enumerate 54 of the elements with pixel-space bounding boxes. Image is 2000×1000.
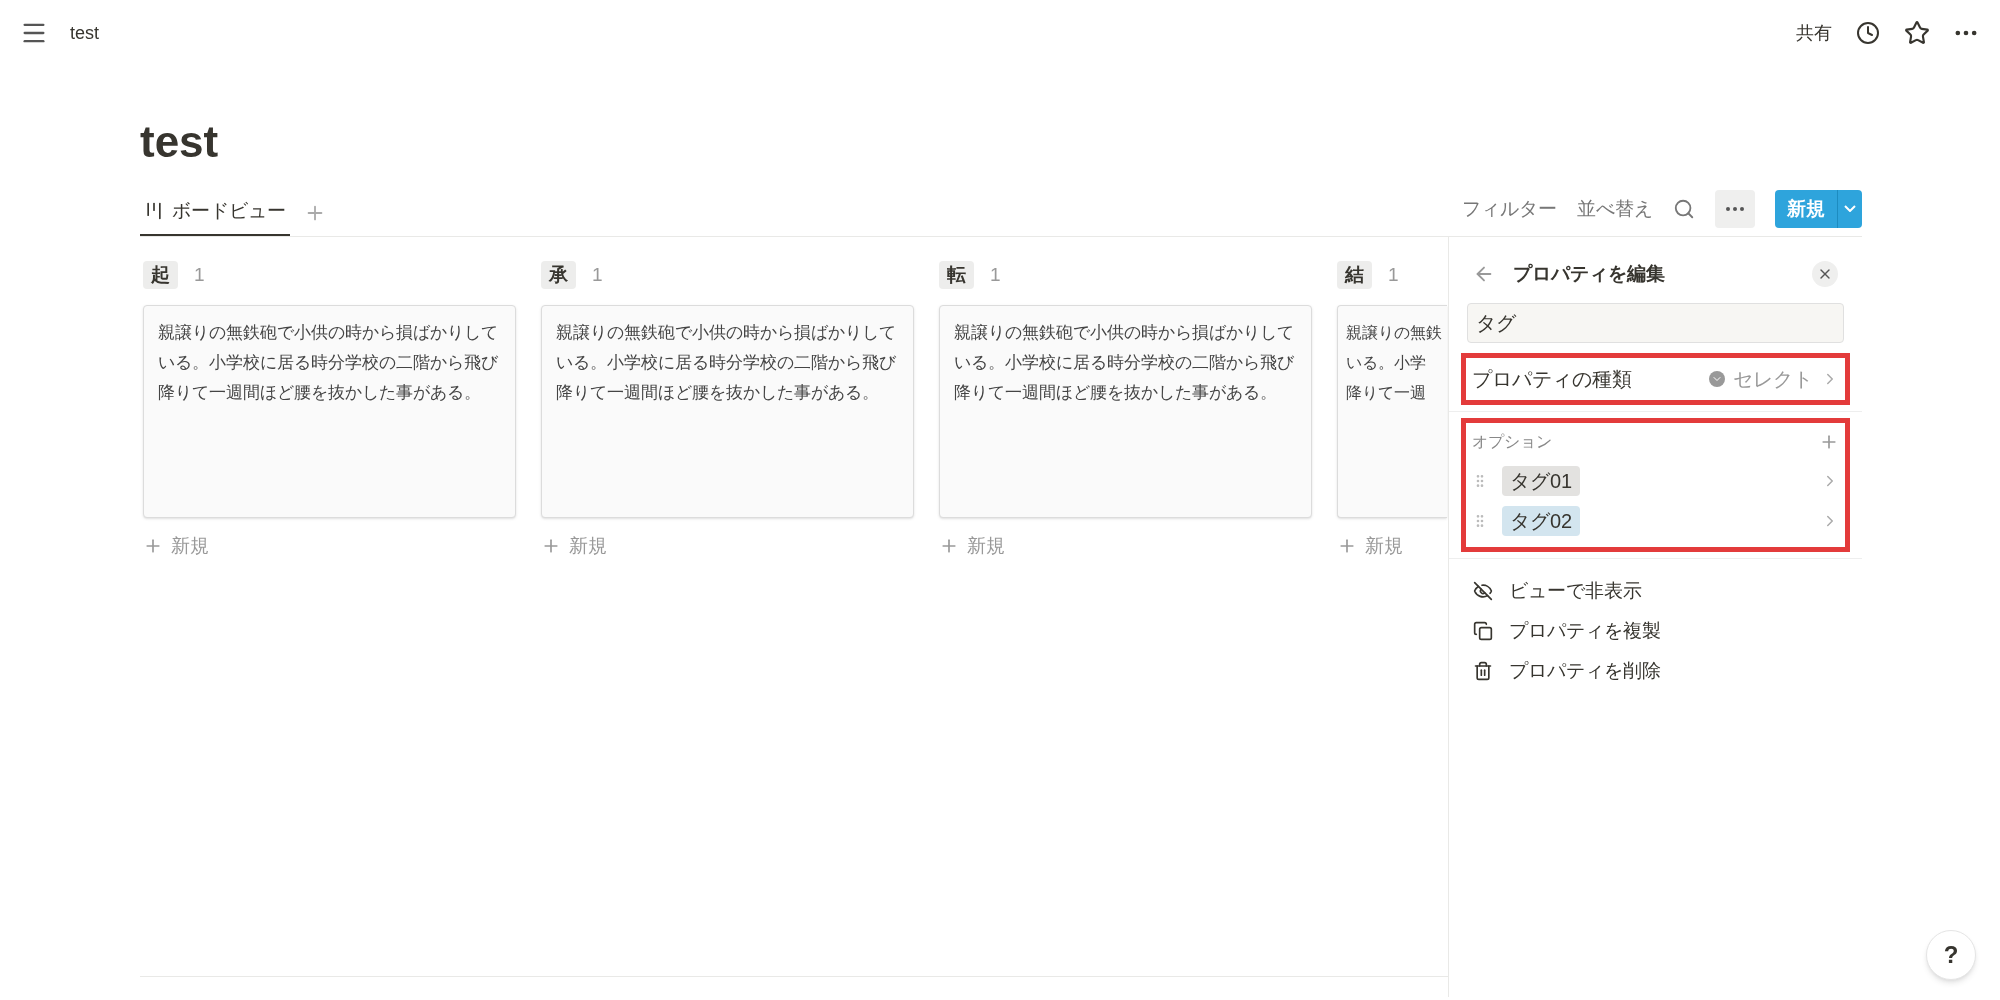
board-card[interactable]: 親譲りの無鉄 いる。小学 降りて一週 <box>1337 304 1447 518</box>
property-type-value: セレクト <box>1733 366 1813 392</box>
search-icon[interactable] <box>1673 197 1695 220</box>
star-icon[interactable] <box>1904 20 1930 46</box>
view-tab[interactable]: ボードビュー <box>140 187 290 236</box>
panel-menu-item[interactable]: プロパティを複製 <box>1449 610 1862 651</box>
panel-menu-item[interactable]: ビューで非表示 <box>1449 570 1862 611</box>
property-name-field[interactable]: タグ <box>1467 302 1844 343</box>
group-count: 1 <box>194 262 205 287</box>
close-button[interactable] <box>1812 260 1838 287</box>
group-count: 1 <box>592 262 603 287</box>
board-card[interactable]: 親譲りの無鉄砲で小供の時から損ばかりして いる。小学校に居る時分学校の二階から飛び 降りて一週間ほど腰を抜かした事がある。 <box>541 304 914 518</box>
group-count: 1 <box>1388 262 1399 287</box>
option-tag[interactable]: タグ01 <box>1502 465 1581 496</box>
panel-title: プロパティを編集 <box>1513 261 1665 286</box>
card-text-line: 親譲りの無鉄砲で小供の時から損ばかりして <box>954 321 1294 344</box>
trash-icon <box>1473 660 1493 681</box>
board-card[interactable]: 親譲りの無鉄砲で小供の時から損ばかりして いる。小学校に居る時分学校の二階から飛び 降りて一週間ほど腰を抜かした事がある。 <box>939 304 1312 518</box>
page-title: test <box>140 116 220 168</box>
card-text-line: 親譲りの無鉄砲で小供の時から損ばかりして <box>158 321 498 344</box>
page-breadcrumb[interactable]: test <box>70 19 99 47</box>
card-text-line: いる。小学校に居る時分学校の二階から飛び <box>556 351 896 374</box>
group-tag: 結 <box>1337 260 1372 290</box>
select-type-icon <box>1709 370 1725 387</box>
card-text-line: 降りて一週間ほど腰を抜かした事がある。 <box>158 381 481 404</box>
property-type-row[interactable]: プロパティの種類 セレクト <box>1461 352 1850 405</box>
options-label: オプション <box>1472 431 1552 452</box>
board-icon <box>144 200 164 221</box>
share-link[interactable]: 共有 <box>1796 19 1832 47</box>
card-text-line: いる。小学校に居る時分学校の二階から飛び <box>954 351 1294 374</box>
chevron-down-icon <box>1844 205 1856 213</box>
card-text-line: いる。小学 <box>1346 352 1426 373</box>
clock-icon[interactable] <box>1856 21 1880 45</box>
card-text-line: 親譲りの無鉄砲で小供の時から損ばかりして <box>556 321 896 344</box>
card-text-line: 親譲りの無鉄 <box>1346 322 1442 343</box>
card-text-line: いる。小学校に居る時分学校の二階から飛び <box>158 351 498 374</box>
panel-menu-item[interactable]: プロパティを削除 <box>1449 650 1862 691</box>
filter-button[interactable]: フィルター <box>1462 194 1557 224</box>
card-text-line: 降りて一週間ほど腰を抜かした事がある。 <box>954 381 1277 404</box>
card-text-line: 降りて一週間ほど腰を抜かした事がある。 <box>556 381 879 404</box>
group-tag: 承 <box>541 260 576 290</box>
board-card[interactable]: 親譲りの無鉄砲で小供の時から損ばかりして いる。小学校に居る時分学校の二階から飛び 降りて一週間ほど腰を抜かした事がある。 <box>143 304 516 518</box>
card-text-line: 降りて一週 <box>1346 382 1426 403</box>
group-tag: 起 <box>143 260 178 290</box>
more-icon <box>1726 206 1744 211</box>
new-dropdown-button[interactable] <box>1837 189 1862 228</box>
more-button[interactable] <box>1715 189 1755 228</box>
copy-icon <box>1473 620 1493 641</box>
help-button[interactable]: ? <box>1926 930 1976 980</box>
option-tag[interactable]: タグ02 <box>1502 505 1581 536</box>
group-count: 1 <box>990 262 1001 287</box>
eye-off-icon <box>1473 580 1493 601</box>
group-tag: 転 <box>939 260 974 290</box>
sort-button[interactable]: 並べ替え <box>1577 194 1653 224</box>
